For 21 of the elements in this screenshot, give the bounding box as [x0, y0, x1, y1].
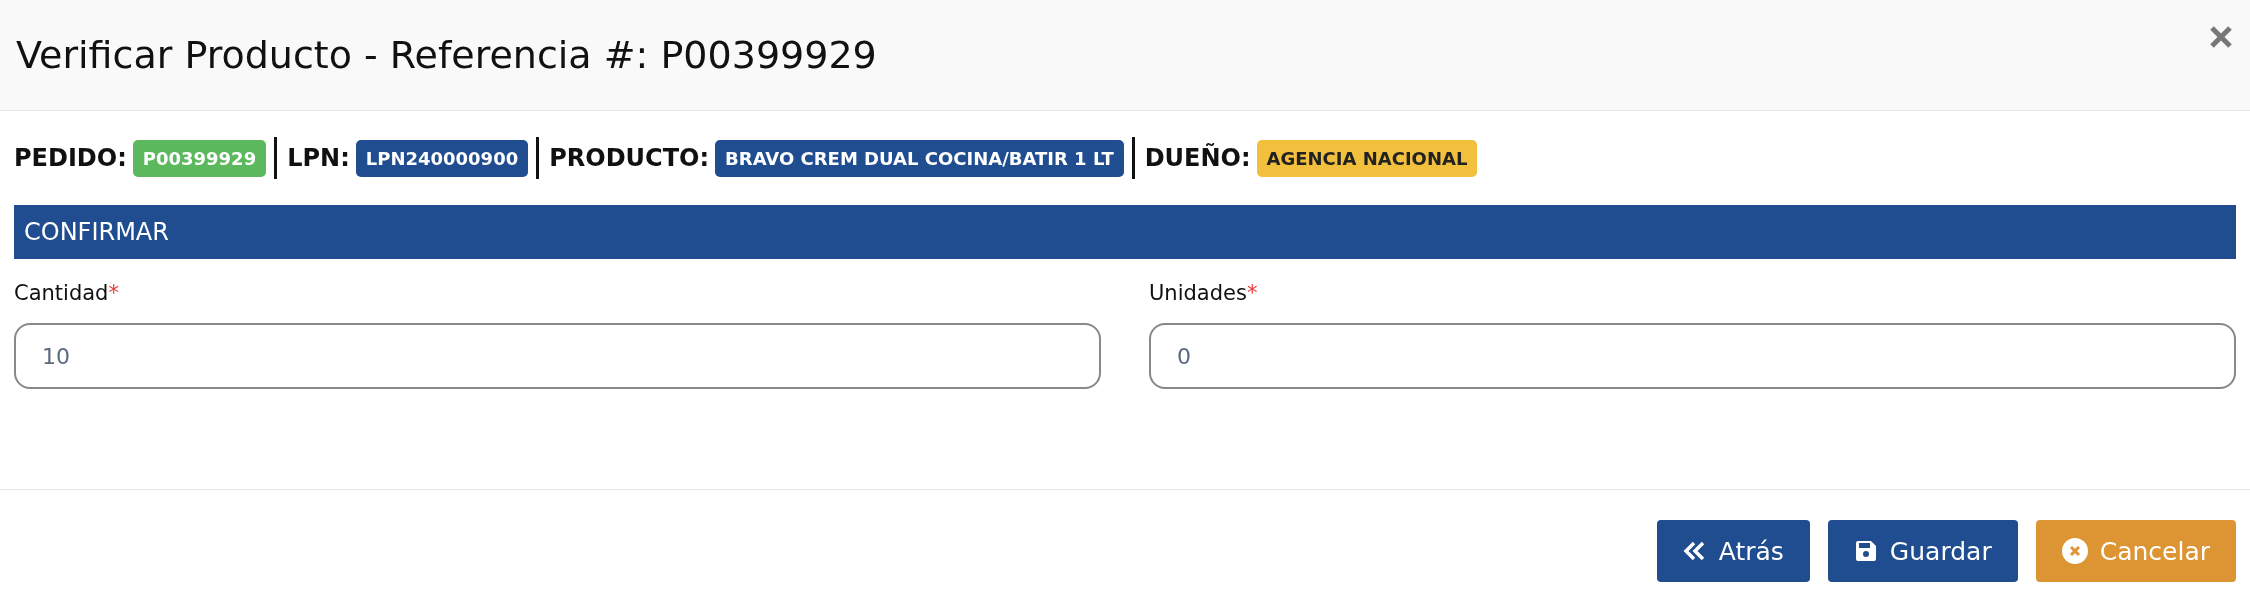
info-label: LPN: [287, 144, 350, 172]
back-button[interactable]: Atrás [1656, 520, 1810, 582]
info-label: PEDIDO: [14, 144, 127, 172]
save-icon [1853, 539, 1878, 563]
section-title: CONFIRMAR [24, 218, 169, 246]
modal-title: Verificar Producto - Referencia #: P00399929 [16, 33, 877, 77]
info-tag: BRAVO CREM DUAL COCINA/BATIR 1 LT [715, 139, 1124, 177]
info-tag: AGENCIA NACIONAL [1256, 139, 1478, 177]
double-chevron-left-icon [1682, 539, 1707, 563]
cancel-circle-icon [2061, 538, 2088, 564]
info-label: DUEÑO: [1144, 144, 1251, 172]
info-label: PRODUCTO: [549, 144, 710, 172]
input-field[interactable]: 10 [14, 323, 1101, 389]
close-icon [2208, 24, 2234, 50]
info-tag: P00399929 [132, 139, 267, 177]
close-button[interactable] [2208, 24, 2234, 50]
save-button[interactable]: Guardar [1827, 520, 2018, 582]
field-label: Unidades* [1149, 281, 1259, 305]
info-tag: LPN240000900 [355, 139, 529, 177]
field-label: Cantidad* [14, 281, 120, 305]
input-field[interactable]: 0 [1149, 323, 2236, 389]
